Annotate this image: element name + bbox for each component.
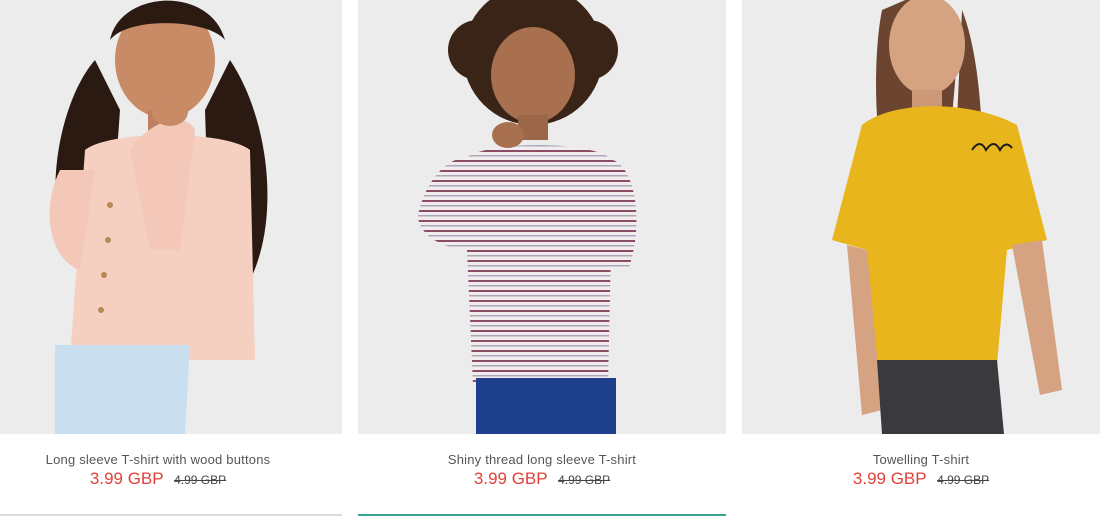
product-image[interactable] [0, 0, 342, 434]
product-grid: Long sleeve T-shirt with wood buttons 3.… [0, 0, 1100, 516]
product-info: Towelling T-shirt 3.99 GBP 4.99 GBP [742, 434, 1100, 516]
product-info: Shiny thread long sleeve T-shirt 3.99 GB… [358, 434, 726, 516]
product-name[interactable]: Shiny thread long sleeve T-shirt [358, 452, 726, 467]
product-image[interactable] [742, 0, 1100, 434]
price-row: 3.99 GBP 4.99 GBP [358, 469, 726, 489]
product-info: Long sleeve T-shirt with wood buttons 3.… [0, 434, 342, 516]
sale-price: 3.99 GBP [852, 469, 927, 488]
product-photo [742, 0, 1100, 434]
original-price: 4.99 GBP [558, 473, 611, 487]
price-row: 3.99 GBP 4.99 GBP [0, 469, 329, 489]
product-card[interactable]: Towelling T-shirt 3.99 GBP 4.99 GBP [742, 0, 1100, 516]
product-photo [358, 0, 726, 434]
product-name[interactable]: Long sleeve T-shirt with wood buttons [0, 452, 329, 467]
product-image[interactable] [358, 0, 726, 434]
product-card[interactable]: Long sleeve T-shirt with wood buttons 3.… [0, 0, 342, 516]
sale-price: 3.99 GBP [473, 469, 548, 488]
price-row: 3.99 GBP 4.99 GBP [742, 469, 1100, 489]
product-photo [0, 0, 342, 434]
original-price: 4.99 GBP [937, 473, 990, 487]
product-name[interactable]: Towelling T-shirt [742, 452, 1100, 467]
product-card[interactable]: Shiny thread long sleeve T-shirt 3.99 GB… [358, 0, 726, 516]
sale-price: 3.99 GBP [89, 469, 164, 488]
original-price: 4.99 GBP [174, 473, 227, 487]
